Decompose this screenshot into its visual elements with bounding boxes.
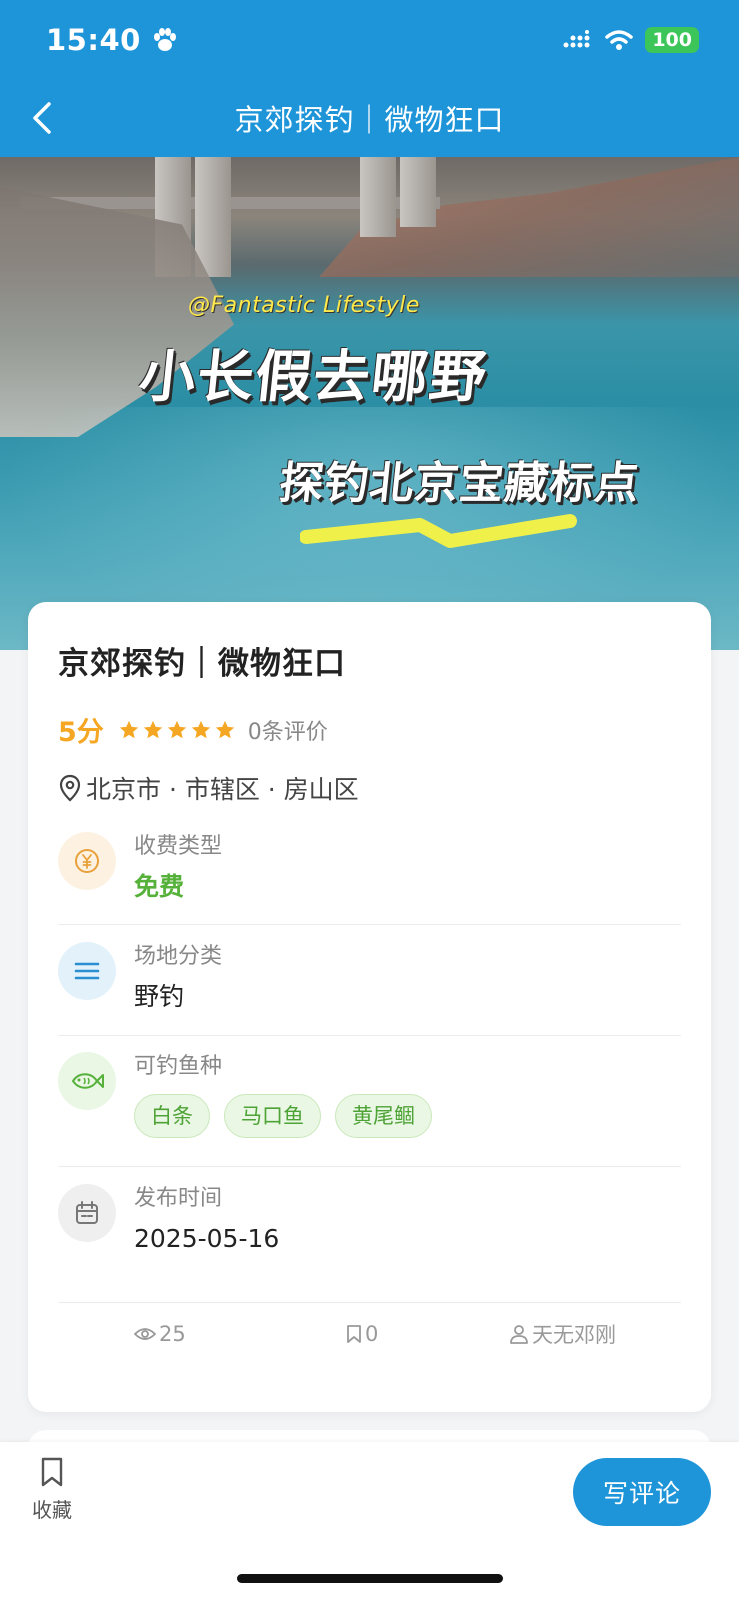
fee-value: 免费 xyxy=(134,872,185,901)
star-icon xyxy=(191,720,210,738)
rating-score: 5分 xyxy=(58,717,104,748)
fish-chip-list: 白条 马口鱼 黄尾鲴 xyxy=(134,1094,432,1138)
divider xyxy=(58,924,681,925)
bookmark-icon xyxy=(347,1325,361,1343)
user-icon xyxy=(510,1325,528,1344)
bookmark-icon xyxy=(41,1457,63,1487)
fish-row: 可钓鱼种 白条 马口鱼 黄尾鲴 xyxy=(58,1052,681,1138)
view-count: 25 xyxy=(159,1322,186,1346)
home-indicator xyxy=(237,1574,503,1583)
eye-icon xyxy=(134,1328,156,1340)
author-name: 天无邓刚 xyxy=(532,1323,616,1347)
spot-title: 京郊探钓｜微物狂口 xyxy=(58,646,346,682)
status-bar: 15:40 100 xyxy=(46,22,699,58)
star-icon xyxy=(215,720,234,738)
category-value: 野钓 xyxy=(134,982,185,1011)
favorite-count: 0 xyxy=(365,1322,379,1346)
fee-row: 收费类型 免费 xyxy=(58,832,681,902)
hero-watermark: @Fantastic Lifestyle xyxy=(188,293,420,318)
fish-icon xyxy=(58,1052,116,1110)
divider xyxy=(58,1035,681,1036)
publish-label: 发布时间 xyxy=(134,1186,223,1211)
fish-label: 可钓鱼种 xyxy=(134,1054,223,1079)
header: 15:40 100 京郊探钓｜微物狂口 xyxy=(0,0,739,157)
status-time: 15:40 xyxy=(46,23,141,57)
location-pin-icon xyxy=(59,774,81,802)
fish-chip[interactable]: 白条 xyxy=(134,1094,210,1138)
star-icon xyxy=(167,720,186,738)
category-row: 场地分类 野钓 xyxy=(58,942,681,1012)
review-count[interactable]: 0条评价 xyxy=(248,714,328,746)
paw-icon xyxy=(153,28,176,51)
hero-pillar xyxy=(360,157,396,237)
hero-underline-stroke xyxy=(300,514,577,548)
favorite-stat: 0 xyxy=(346,1322,378,1346)
favorite-button[interactable]: 收藏 xyxy=(28,1456,76,1523)
chevron-left-icon xyxy=(33,102,51,134)
rating-stars xyxy=(118,719,236,741)
back-button[interactable] xyxy=(22,98,62,138)
category-label: 场地分类 xyxy=(134,944,223,969)
status-icons: 100 xyxy=(563,27,699,53)
nav-bar: 京郊探钓｜微物狂口 xyxy=(0,90,739,146)
hero-image[interactable]: @Fantastic Lifestyle 小长假去哪野 探钓北京宝藏标点 xyxy=(0,157,739,650)
hero-subheadline: 探钓北京宝藏标点 xyxy=(276,458,643,509)
wifi-icon xyxy=(605,30,634,50)
rating-row: 5分 0条评价 xyxy=(58,710,328,749)
write-review-button[interactable]: 写评论 xyxy=(573,1458,711,1526)
hero-pillar xyxy=(195,157,231,277)
menu-icon xyxy=(58,942,116,1000)
spot-detail-card: 京郊探钓｜微物狂口 5分 0条评价 北京市 · 市辖区 · 房山区 收费类型 免… xyxy=(28,602,711,1412)
location-text: 北京市 · 市辖区 · 房山区 xyxy=(86,775,359,804)
yuan-icon xyxy=(58,832,116,890)
divider xyxy=(58,1166,681,1167)
fish-chip[interactable]: 黄尾鲴 xyxy=(335,1094,432,1138)
hero-headline: 小长假去哪野 xyxy=(136,345,491,410)
star-icon xyxy=(119,720,138,738)
page-title: 京郊探钓｜微物狂口 xyxy=(234,103,505,137)
publish-date: 2025-05-16 xyxy=(134,1224,280,1253)
view-stat: 25 xyxy=(134,1322,186,1346)
location-row[interactable]: 北京市 · 市辖区 · 房山区 xyxy=(58,770,359,806)
hero-pillar xyxy=(400,157,436,227)
fee-label: 收费类型 xyxy=(134,834,223,859)
fish-chip[interactable]: 马口鱼 xyxy=(224,1094,321,1138)
divider xyxy=(58,1302,681,1303)
star-icon xyxy=(143,720,162,738)
favorite-label: 收藏 xyxy=(32,1498,72,1522)
battery-badge: 100 xyxy=(645,27,699,53)
calendar-icon xyxy=(58,1184,116,1242)
author-stat[interactable]: 天无邓刚 xyxy=(509,1319,616,1349)
publish-row: 发布时间 2025-05-16 xyxy=(58,1184,681,1254)
signal-icon xyxy=(563,30,590,48)
